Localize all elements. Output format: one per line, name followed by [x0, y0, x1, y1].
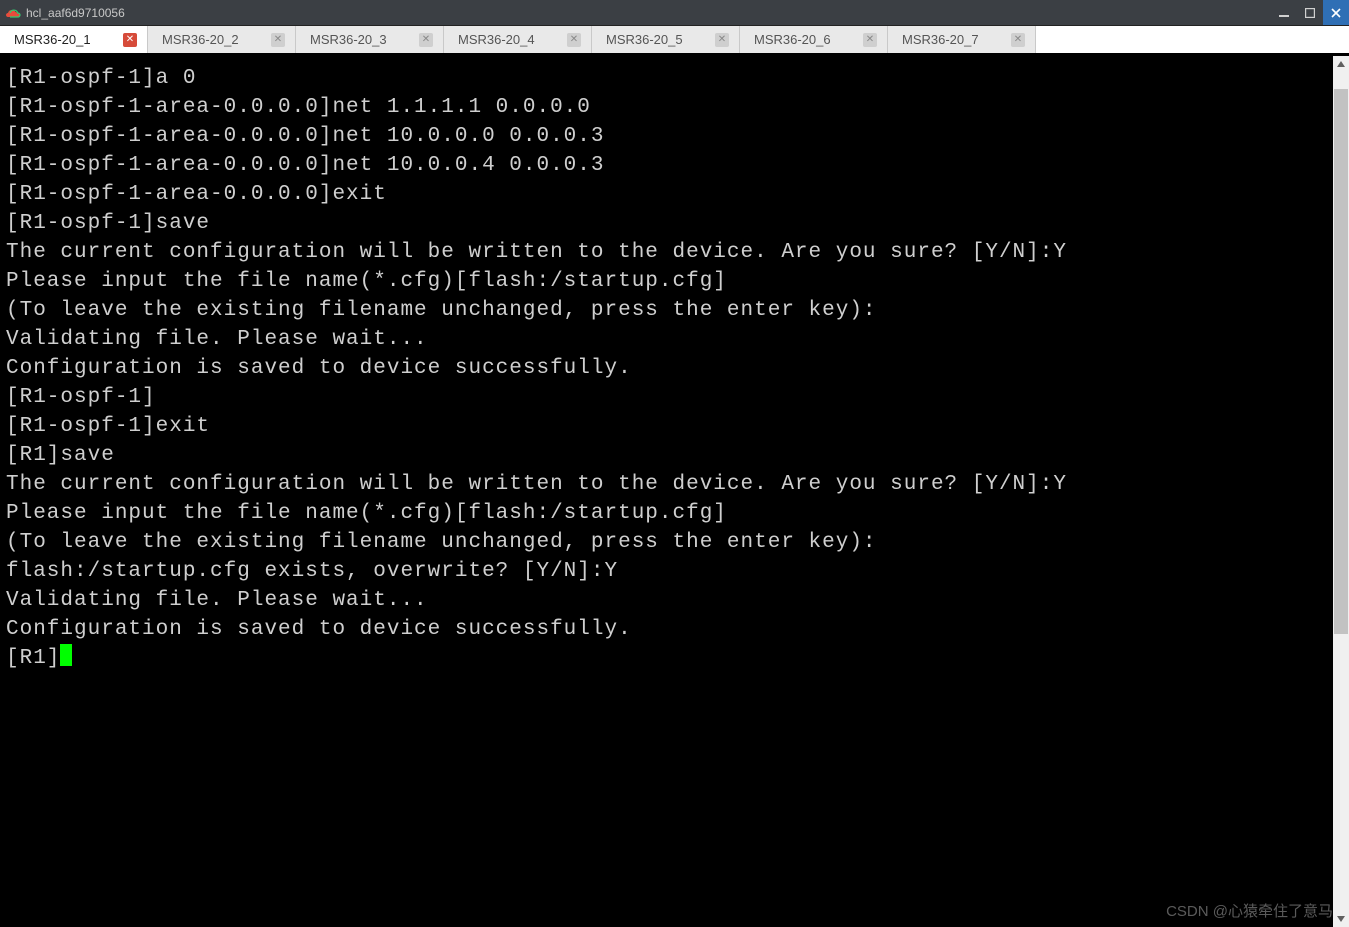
- tab-close-icon[interactable]: ✕: [863, 33, 877, 47]
- tab-label: MSR36-20_6: [754, 32, 855, 47]
- scrollbar-down-button[interactable]: [1333, 911, 1349, 927]
- scrollbar-up-button[interactable]: [1333, 56, 1349, 72]
- tab-label: MSR36-20_3: [310, 32, 411, 47]
- window-controls: [1271, 0, 1349, 25]
- app-icon: [6, 5, 22, 21]
- tab-label: MSR36-20_4: [458, 32, 559, 47]
- tab-5[interactable]: MSR36-20_5 ✕: [592, 26, 740, 53]
- maximize-button[interactable]: [1297, 0, 1323, 25]
- tab-6[interactable]: MSR36-20_6 ✕: [740, 26, 888, 53]
- tab-close-icon[interactable]: ✕: [1011, 33, 1025, 47]
- tab-close-icon[interactable]: ✕: [419, 33, 433, 47]
- tab-label: MSR36-20_1: [14, 32, 115, 47]
- tab-strip: MSR36-20_1✕MSR36-20_2✕MSR36-20_3✕MSR36-2…: [0, 26, 1349, 56]
- tab-close-icon[interactable]: ✕: [715, 33, 729, 47]
- tab-close-icon[interactable]: ✕: [567, 33, 581, 47]
- tab-7[interactable]: MSR36-20_7 ✕: [888, 26, 1036, 53]
- tab-label: MSR36-20_7: [902, 32, 1003, 47]
- tab-4[interactable]: MSR36-20_4 ✕: [444, 26, 592, 53]
- window-title: hcl_aaf6d9710056: [26, 6, 125, 20]
- terminal-output[interactable]: [R1-ospf-1]a 0[R1-ospf-1-area-0.0.0.0]ne…: [0, 56, 1333, 927]
- terminal-area: [R1-ospf-1]a 0[R1-ospf-1-area-0.0.0.0]ne…: [0, 56, 1349, 927]
- tab-2[interactable]: MSR36-20_2 ✕: [148, 26, 296, 53]
- scrollbar-thumb[interactable]: [1334, 89, 1348, 634]
- title-bar: hcl_aaf6d9710056: [0, 0, 1349, 26]
- scrollbar-vertical[interactable]: [1333, 56, 1349, 927]
- tab-1[interactable]: MSR36-20_1 ✕: [0, 26, 148, 53]
- tab-label: MSR36-20_2: [162, 32, 263, 47]
- minimize-button[interactable]: [1271, 0, 1297, 25]
- close-button[interactable]: [1323, 0, 1349, 25]
- tab-3[interactable]: MSR36-20_3 ✕: [296, 26, 444, 53]
- scrollbar-track[interactable]: [1333, 72, 1349, 911]
- tab-close-icon[interactable]: ✕: [271, 33, 285, 47]
- tab-close-icon[interactable]: ✕: [123, 33, 137, 47]
- tab-label: MSR36-20_5: [606, 32, 707, 47]
- cursor: [60, 644, 72, 666]
